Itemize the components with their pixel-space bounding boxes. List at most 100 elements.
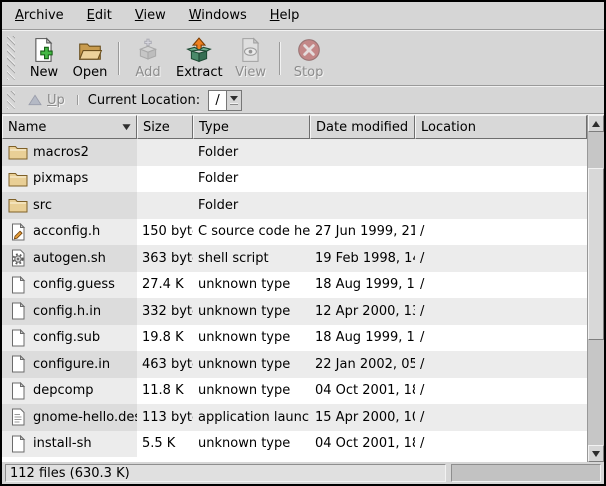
file-list-area: Name Size Type Date modified — [2, 115, 604, 462]
sort-indicator-icon — [122, 123, 131, 131]
file-type-icon — [8, 408, 28, 426]
file-location-cell: / — [415, 378, 587, 405]
scrollbar-track[interactable] — [588, 132, 604, 445]
combobox-dropdown-button[interactable] — [226, 91, 241, 110]
file-name: autogen.sh — [33, 251, 106, 266]
scroll-up-button[interactable] — [588, 115, 604, 132]
file-count-status: 112 files (630.3 K) — [10, 466, 130, 481]
menu-item-label: Edit — [87, 8, 112, 23]
toolbar-button[interactable]: Stop — [286, 35, 332, 82]
file-size-cell: 150 bytes — [137, 219, 193, 246]
file-type-icon — [8, 276, 28, 294]
file-name-cell: pixmaps — [2, 166, 137, 193]
table-row[interactable]: configure.in 463 bytes unknown type 22 J… — [2, 351, 587, 378]
file-type-icon — [8, 435, 28, 453]
vertical-scrollbar[interactable] — [587, 115, 604, 462]
scrollbar-thumb[interactable] — [588, 168, 604, 340]
file-location-cell: / — [415, 431, 587, 458]
toolbar-button-label: New — [30, 65, 58, 80]
column-header-label: Type — [199, 120, 229, 135]
location-bar-drag-handle[interactable] — [7, 91, 15, 109]
column-header[interactable]: Name — [2, 115, 137, 139]
table-row[interactable]: pixmaps Folder — [2, 166, 587, 193]
toolbar-button[interactable]: New — [21, 35, 67, 82]
file-location-cell — [415, 192, 587, 219]
table-row[interactable]: macros2 Folder — [2, 139, 587, 166]
toolbar-button[interactable]: Add — [125, 35, 171, 82]
toolbar-drag-handle[interactable] — [7, 36, 15, 80]
file-size-cell: 19.8 K — [137, 325, 193, 352]
table-row[interactable]: depcomp 11.8 K unknown type 04 Oct 2001,… — [2, 378, 587, 405]
column-header[interactable]: Location — [415, 115, 587, 139]
table-row[interactable]: config.h.in 332 bytes unknown type 12 Ap… — [2, 298, 587, 325]
menu-item[interactable]: Archive — [6, 4, 73, 27]
table-row[interactable]: acconfig.h 150 bytes C source code heade… — [2, 219, 587, 246]
menu-item[interactable]: Edit — [78, 4, 121, 27]
file-date-cell — [310, 166, 415, 193]
file-size-cell: 363 bytes — [137, 245, 193, 272]
column-headers: Name Size Type Date modified — [2, 115, 587, 139]
file-type-icon — [8, 302, 28, 320]
file-date-cell: 22 Jan 2002, 05:35 — [310, 351, 415, 378]
arrow-up-icon — [592, 121, 600, 127]
table-row[interactable]: config.guess 27.4 K unknown type 18 Aug … — [2, 272, 587, 299]
file-type-icon — [8, 355, 28, 373]
file-name-cell: install-sh — [2, 431, 137, 458]
toolbar-button[interactable]: View — [228, 35, 274, 82]
file-type-icon — [8, 223, 28, 241]
location-bar: Up Current Location: / — [2, 87, 604, 113]
file-date-cell: 18 Aug 1999, 13:53 — [310, 272, 415, 299]
file-date-cell: 27 Jun 1999, 21:49 — [310, 219, 415, 246]
file-type-cell: Folder — [193, 192, 310, 219]
file-date-cell: 19 Feb 1998, 14:31 — [310, 245, 415, 272]
toolbar-button[interactable]: Extract — [171, 35, 228, 82]
column-header-label: Date modified — [316, 120, 408, 135]
column-header-label: Name — [8, 120, 46, 135]
table-row[interactable]: install-sh 5.5 K unknown type 04 Oct 200… — [2, 431, 587, 458]
menu-item-label: Help — [270, 8, 300, 23]
file-type-icon — [8, 249, 28, 267]
file-type-cell: Folder — [193, 166, 310, 193]
file-type-icon — [8, 170, 28, 188]
file-name-cell: config.h.in — [2, 298, 137, 325]
file-location-cell: / — [415, 298, 587, 325]
table-row[interactable]: config.sub 19.8 K unknown type 18 Aug 19… — [2, 325, 587, 352]
location-combobox[interactable]: / — [208, 90, 242, 111]
table-row[interactable]: gnome-hello.desktop 113 bytes applicatio… — [2, 404, 587, 431]
arrow-down-icon — [592, 451, 600, 457]
column-header[interactable]: Type — [193, 115, 310, 139]
menu-bar: Archive Edit View Windows Help — [2, 2, 604, 29]
up-arrow-icon — [28, 94, 42, 106]
file-name-cell: gnome-hello.desktop — [2, 404, 137, 431]
menu-item[interactable]: Help — [261, 4, 309, 27]
file-type-icon — [8, 382, 28, 400]
chevron-down-icon — [230, 96, 238, 101]
table-row[interactable]: autogen.sh 363 bytes shell script 19 Feb… — [2, 245, 587, 272]
column-header[interactable]: Size — [137, 115, 193, 139]
up-button[interactable]: Up — [21, 91, 72, 110]
file-name: depcomp — [33, 383, 94, 398]
column-header-label: Size — [143, 120, 170, 135]
toolbar-button-icon — [238, 37, 264, 63]
toolbar-button-icon — [186, 37, 212, 63]
file-date-cell: 04 Oct 2001, 18:12 — [310, 431, 415, 458]
toolbar-buttons: New Open Add Extract — [21, 35, 332, 82]
toolbar-button[interactable]: Open — [67, 35, 113, 82]
file-type-icon — [8, 196, 28, 214]
file-type-cell: C source code header — [193, 219, 310, 246]
toolbar-separator — [279, 42, 281, 75]
current-location-label: Current Location: — [88, 93, 200, 108]
menu-item[interactable]: Windows — [180, 4, 256, 27]
scroll-down-button[interactable] — [588, 445, 604, 462]
file-date-cell: 18 Aug 1999, 13:53 — [310, 325, 415, 352]
file-type-cell: unknown type — [193, 325, 310, 352]
table-row[interactable]: src Folder — [2, 192, 587, 219]
column-header[interactable]: Date modified — [310, 115, 415, 139]
file-name-cell: configure.in — [2, 351, 137, 378]
status-progress-panel — [451, 464, 601, 482]
menu-item[interactable]: View — [126, 4, 175, 27]
menu-item-label: Windows — [189, 8, 247, 23]
file-date-cell — [310, 192, 415, 219]
file-size-cell: 463 bytes — [137, 351, 193, 378]
file-size-cell — [137, 192, 193, 219]
